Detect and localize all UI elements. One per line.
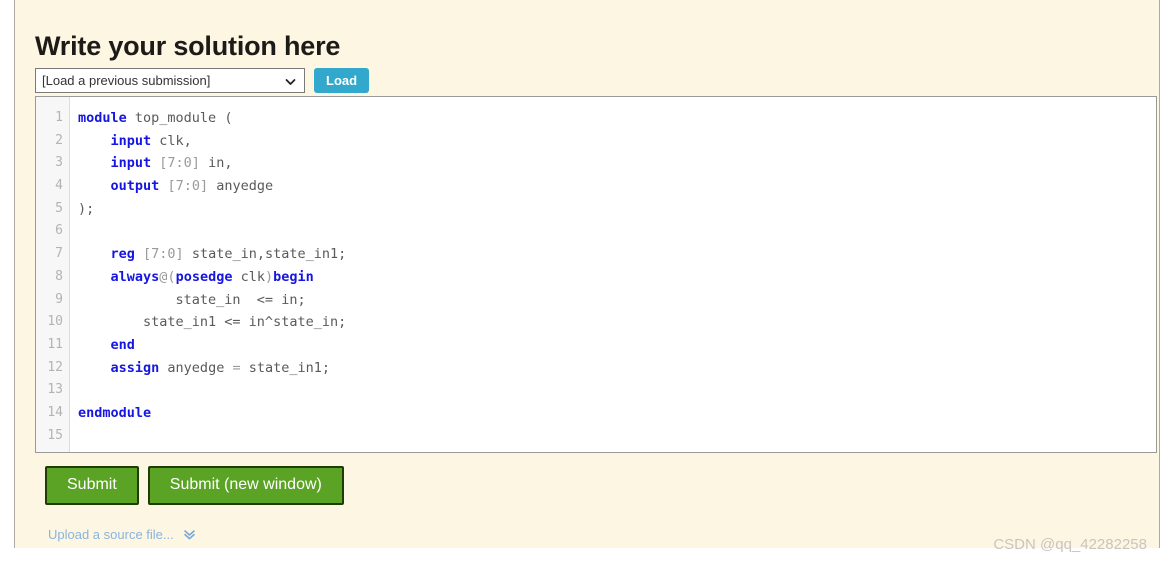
code-line: module top_module ( — [78, 107, 1156, 130]
code-token: state_in <= in; — [78, 291, 306, 308]
code-line: input clk, — [78, 130, 1156, 153]
code-line: output [7:0] anyedge — [78, 175, 1156, 198]
code-token: begin — [273, 268, 314, 285]
load-button[interactable]: Load — [314, 68, 370, 93]
watermark: CSDN @qq_42282258 — [993, 536, 1147, 553]
line-number: 2 — [55, 132, 63, 148]
submit-new-window-button[interactable]: Submit (new window) — [147, 466, 344, 505]
code-token: input — [110, 155, 152, 172]
chevron-down-icon — [285, 75, 296, 86]
code-line: state_in <= in; — [78, 289, 1156, 312]
double-chevron-down-icon[interactable] — [183, 528, 196, 541]
code-line: ); — [78, 198, 1156, 221]
line-number: 15 — [47, 427, 63, 443]
line-number: 14 — [47, 404, 63, 420]
previous-submission-select-value: [Load a previous submission] — [42, 73, 211, 88]
code-token: posedge — [175, 268, 233, 285]
code-token: reg — [110, 246, 135, 263]
upload-source-file-link[interactable]: Upload a source file... — [48, 527, 174, 542]
previous-submission-select[interactable]: [Load a previous submission] — [35, 68, 305, 93]
editor-code-area[interactable]: module top_module ( input clk, input [7:… — [70, 97, 1156, 452]
line-number: 6 — [55, 223, 63, 239]
code-token: input — [110, 132, 152, 149]
line-number: 5 — [55, 200, 63, 216]
code-token: [7:0] — [143, 246, 184, 263]
code-token: state_in1; — [240, 359, 330, 376]
line-number: 1 — [55, 110, 63, 125]
line-number: 3 — [55, 155, 63, 171]
code-token: [7:0] — [159, 155, 200, 172]
upload-source-file-row: Upload a source file... — [48, 527, 196, 542]
code-token: @( — [159, 268, 176, 285]
code-token: anyedge — [208, 178, 274, 195]
code-line: assign anyedge = state_in1; — [78, 357, 1156, 380]
code-token: end — [110, 336, 135, 353]
page-root: Write your solution here [Load a previou… — [0, 0, 1172, 563]
line-number: 13 — [47, 382, 63, 398]
code-token: clk — [232, 268, 265, 285]
code-token: [7:0] — [167, 178, 209, 195]
code-token: always — [110, 268, 160, 285]
code-line: endmodule — [78, 402, 1156, 425]
line-number: 8 — [55, 268, 63, 284]
submission-toolbar: [Load a previous submission] Load — [35, 68, 370, 93]
code-line: state_in1 <= in^state_in; — [78, 311, 1156, 334]
editor-gutter: 1 2 3 4 5 6 7 8 9 10 11 12 13 14 15 — [36, 97, 70, 452]
code-token: endmodule — [78, 404, 152, 421]
page-title: Write your solution here — [35, 31, 341, 62]
code-line: input [7:0] in, — [78, 152, 1156, 175]
code-line: end — [78, 334, 1156, 357]
code-token: clk, — [151, 132, 192, 149]
code-line: reg [7:0] state_in,state_in1; — [78, 243, 1156, 266]
line-number: 4 — [55, 178, 63, 194]
code-token: ) — [264, 268, 274, 285]
code-token: state_in1 <= in^state_in; — [78, 314, 347, 331]
content-panel: Write your solution here [Load a previou… — [14, 0, 1160, 553]
code-token: top_module ( — [126, 110, 233, 126]
code-token: state_in,state_in1; — [183, 246, 347, 263]
code-token: assign — [110, 359, 160, 376]
code-token: output — [110, 178, 160, 195]
submit-button[interactable]: Submit — [45, 466, 139, 505]
line-number: 12 — [47, 359, 63, 375]
code-line: always@(posedge clk)begin — [78, 266, 1156, 289]
line-number: 9 — [55, 291, 63, 307]
code-token: module — [78, 110, 127, 126]
submit-button-row: Submit Submit (new window) — [45, 466, 344, 505]
code-token: ); — [78, 200, 95, 217]
code-token: = — [232, 359, 241, 376]
line-number: 7 — [55, 246, 63, 262]
code-editor[interactable]: 1 2 3 4 5 6 7 8 9 10 11 12 13 14 15 module top_module … — [35, 96, 1157, 453]
code-token: anyedge — [159, 359, 233, 376]
line-number: 11 — [47, 336, 63, 352]
line-number: 10 — [47, 314, 63, 330]
code-token: in, — [199, 155, 233, 172]
